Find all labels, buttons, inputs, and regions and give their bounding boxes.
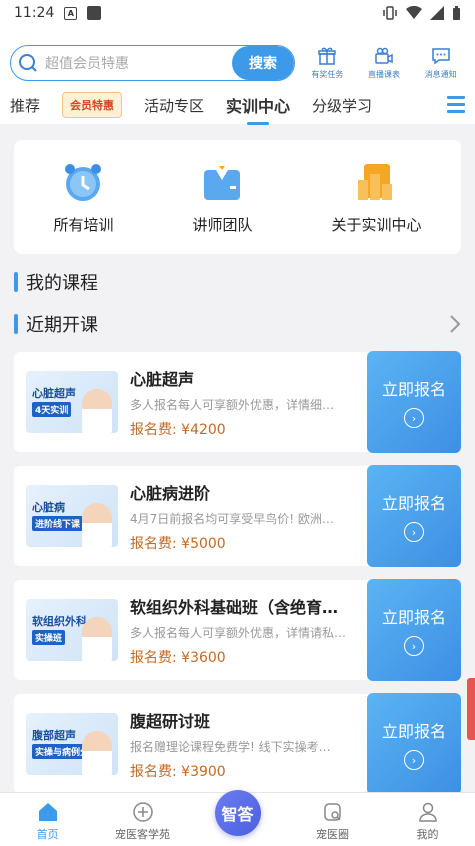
- course-thumbnail: 软组织外科 实操班: [26, 599, 118, 661]
- about-center-label: 关于实训中心: [331, 215, 422, 234]
- chevron-right-icon: ›: [404, 522, 424, 542]
- nav-smart-answer[interactable]: 智答: [203, 790, 273, 842]
- upcoming-title: 近期开课: [26, 315, 98, 336]
- message-icon: [431, 48, 450, 65]
- upcoming-header[interactable]: 近期开课: [14, 310, 461, 338]
- course-thumbnail: 心脏病 进阶线下课: [26, 485, 118, 547]
- course-desc: 报名赠理论课程免费学! 线下实操考…: [130, 739, 331, 754]
- status-time: 11:24: [14, 5, 55, 21]
- lecturer-photo: [82, 731, 112, 775]
- clock-icon: [61, 160, 105, 204]
- nav-academy[interactable]: 宠医客学苑: [108, 801, 178, 842]
- category-tabs: 推荐 会员特惠 活动专区 实训中心 分级学习: [0, 86, 475, 124]
- section-marker: [14, 314, 18, 334]
- enroll-button[interactable]: 立即报名 ›: [367, 465, 461, 567]
- chevron-right-icon: ›: [404, 408, 424, 428]
- home-icon: [38, 803, 57, 821]
- course-card[interactable]: 心脏超声 4天实训 心脏超声 多人报名每人可享额外优惠，详情细… 报名费: ¥4…: [14, 351, 461, 453]
- tasks-button[interactable]: 有奖任务: [303, 46, 352, 80]
- section-marker: [14, 272, 18, 292]
- course-price: 报名费: ¥3600: [130, 649, 226, 666]
- quick-links: 所有培训 讲师团队 关于实训中心: [14, 140, 461, 254]
- tasks-label: 有奖任务: [311, 70, 344, 79]
- course-desc: 多人报名每人可享额外优惠，详情细…: [130, 397, 335, 412]
- lecturer-photo: [82, 389, 112, 433]
- course-name: 腹超研讨班: [130, 711, 211, 731]
- floating-side-tab[interactable]: [467, 678, 475, 740]
- notifications-label: 消息通知: [424, 70, 457, 79]
- user-icon: [418, 802, 437, 822]
- course-list: 心脏超声 4天实训 心脏超声 多人报名每人可享额外优惠，详情细… 报名费: ¥4…: [14, 351, 461, 795]
- search-icon: [11, 46, 45, 80]
- course-price: 报名费: ¥3900: [130, 763, 226, 780]
- wifi-icon: [406, 6, 422, 19]
- notification-a-icon: A: [64, 6, 78, 20]
- tab-member-promo[interactable]: 会员特惠: [62, 92, 123, 118]
- battery-icon: [453, 5, 460, 20]
- course-card[interactable]: 软组织外科 实操班 软组织外科基础班（含绝育、… 多人报名每人可享额外优惠，详情…: [14, 579, 461, 681]
- lecturer-team-button[interactable]: 讲师团队: [192, 160, 253, 235]
- my-courses-title: 我的课程: [26, 273, 98, 294]
- chevron-right-icon: ›: [404, 636, 424, 656]
- suit-icon: [200, 160, 244, 204]
- enroll-button[interactable]: 立即报名 ›: [367, 693, 461, 795]
- course-name: 软组织外科基础班（含绝育、…: [130, 597, 353, 617]
- smart-answer-button[interactable]: 智答: [214, 790, 261, 836]
- lecturer-photo: [82, 617, 112, 661]
- course-price: 报名费: ¥5000: [130, 535, 226, 552]
- course-name: 心脏病进阶: [130, 483, 211, 503]
- status-bar: 11:24 A: [0, 0, 475, 26]
- course-card[interactable]: 心脏病 进阶线下课 心脏病进阶 4月7日前报名均可享受早鸟价! 欧洲… 报名费:…: [14, 465, 461, 567]
- nav-circle[interactable]: 宠医圈: [298, 801, 368, 842]
- tab-training-center[interactable]: 实训中心: [226, 93, 290, 117]
- course-card[interactable]: 腹部超声 实操与病例分析 腹超研讨班 报名赠理论课程免费学! 线下实操考… 报名…: [14, 693, 461, 795]
- gift-icon: [318, 47, 337, 65]
- all-training-label: 所有培训: [53, 215, 114, 234]
- tab-activities[interactable]: 活动专区: [144, 95, 204, 116]
- notification-square-icon: [87, 6, 102, 20]
- compass-icon: [132, 802, 153, 822]
- tab-recommend[interactable]: 推荐: [10, 95, 40, 116]
- circle-icon: [323, 803, 341, 821]
- course-desc: 4月7日前报名均可享受早鸟价! 欧洲…: [130, 511, 334, 526]
- search-bar[interactable]: 超值会员特惠 搜索: [10, 45, 295, 81]
- my-courses-header: 我的课程: [14, 268, 461, 296]
- live-schedule-label: 直播课表: [368, 70, 400, 79]
- lecturer-team-label: 讲师团队: [192, 215, 253, 234]
- about-center-button[interactable]: 关于实训中心: [331, 160, 422, 235]
- bottom-nav: 首页 宠医客学苑 智答 宠医圈 我的: [0, 790, 475, 846]
- course-thumbnail: 心脏超声 4天实训: [26, 371, 118, 433]
- top-bar: 超值会员特惠 搜索 有奖任务 直播课表 消息通知: [0, 26, 475, 86]
- enroll-button[interactable]: 立即报名 ›: [367, 579, 461, 681]
- signal-icon: [430, 6, 444, 20]
- live-schedule-button[interactable]: 直播课表: [360, 46, 409, 80]
- menu-icon[interactable]: [447, 96, 465, 117]
- chevron-right-icon[interactable]: [449, 314, 461, 334]
- search-button[interactable]: 搜索: [232, 46, 294, 80]
- course-desc: 多人报名每人可享额外优惠，详情请私聊…: [130, 625, 353, 640]
- nav-home[interactable]: 首页: [13, 801, 83, 842]
- chevron-right-icon: ›: [404, 750, 424, 770]
- course-thumbnail: 腹部超声 实操与病例分析: [26, 713, 118, 775]
- course-price: 报名费: ¥4200: [130, 421, 226, 438]
- tab-graded-learning[interactable]: 分级学习: [312, 95, 372, 116]
- all-training-button[interactable]: 所有培训: [53, 160, 114, 235]
- enroll-button[interactable]: 立即报名 ›: [367, 351, 461, 453]
- lecturer-photo: [82, 503, 112, 547]
- nav-mine[interactable]: 我的: [393, 801, 463, 842]
- video-camera-icon: [375, 47, 393, 64]
- course-name: 心脏超声: [130, 369, 195, 389]
- chart-icon: [354, 160, 398, 204]
- notifications-button[interactable]: 消息通知: [416, 46, 465, 80]
- vibrate-icon: [383, 6, 397, 20]
